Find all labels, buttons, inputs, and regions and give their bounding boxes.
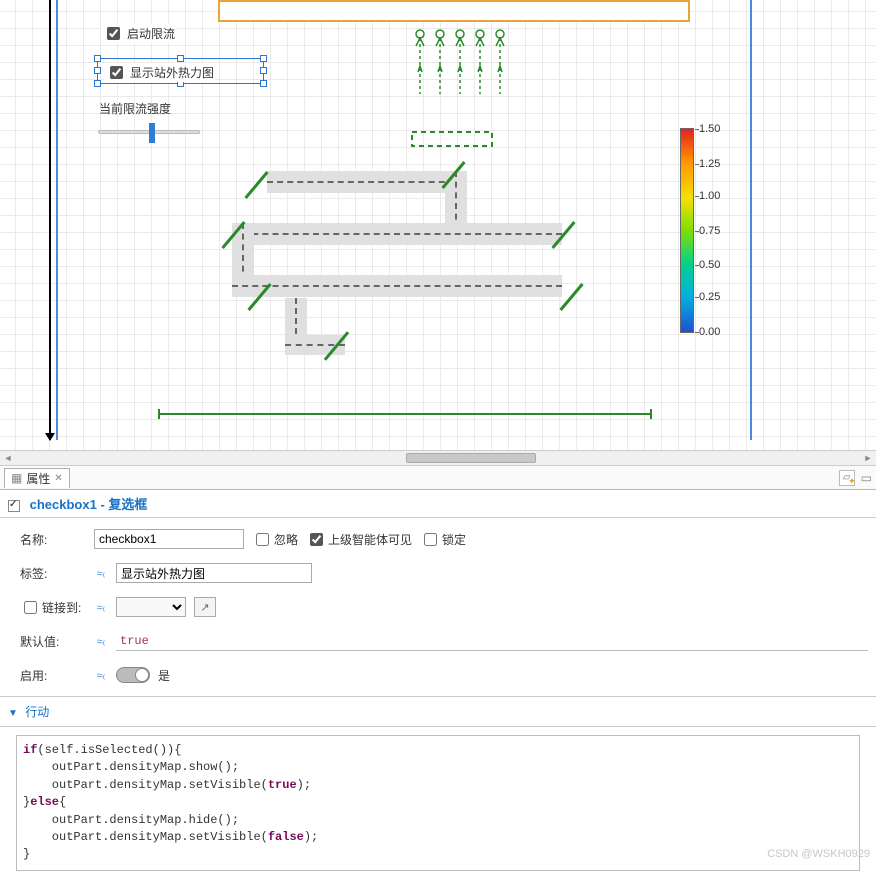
resize-handle[interactable]	[94, 67, 101, 74]
close-icon[interactable]: ✕	[54, 473, 62, 484]
row-tag: 标签: ≈₍	[20, 562, 868, 584]
design-canvas[interactable]: 启动限流 显示站外热力图 当前限流强度	[0, 0, 876, 450]
wall-dash	[267, 181, 465, 183]
scroll-left-button[interactable]: ◄	[0, 451, 16, 465]
label-default: 默认值:	[20, 633, 86, 650]
wall-dash	[232, 233, 562, 235]
scroll-right-button[interactable]: ►	[860, 451, 876, 465]
resize-handle[interactable]	[94, 80, 101, 87]
tab-properties[interactable]: ▦ 属性 ✕	[4, 468, 70, 488]
label-name: 名称:	[20, 531, 86, 548]
caret-down-icon: ▼	[8, 708, 18, 719]
new-view-button[interactable]: ▱✦	[839, 470, 855, 486]
checkbox-ignore[interactable]: 忽略	[252, 530, 298, 549]
resize-handle[interactable]	[260, 67, 267, 74]
action-code-editor[interactable]: if(self.isSelected()){ outPart.densityMa…	[16, 735, 860, 871]
checkbox-lock[interactable]: 锁定	[420, 530, 466, 549]
checkbox-show-heatmap-label: 显示站外热力图	[130, 64, 214, 81]
checkbox-enable-flow[interactable]: 启动限流	[101, 24, 177, 43]
row-default: 默认值: ≈₍ true	[20, 630, 868, 652]
grid-icon: ▦	[11, 471, 22, 485]
default-value[interactable]: true	[120, 634, 149, 648]
row-name: 名称: 忽略 上级智能体可见 锁定	[20, 528, 868, 550]
flow-slider[interactable]	[98, 130, 200, 134]
toggle-enable[interactable]	[116, 667, 150, 683]
scroll-thumb[interactable]	[406, 453, 536, 463]
dynamic-value-icon[interactable]: ≈₍	[94, 634, 108, 648]
properties-tabbar: ▦ 属性 ✕ ▱✦ ▭	[0, 466, 876, 490]
checkbox-icon	[8, 500, 20, 512]
wall-dash	[232, 285, 562, 287]
properties-title: checkbox1 - 复选框	[30, 497, 148, 512]
label-enable: 启用:	[20, 667, 86, 684]
resize-handle[interactable]	[94, 55, 101, 62]
heatmap-colorbar: 1.50 1.25 1.00 0.75 0.50 0.25 0.00	[680, 128, 694, 333]
dynamic-value-icon[interactable]: ≈₍	[94, 668, 108, 682]
checkbox-show-heatmap-box[interactable]	[110, 66, 123, 79]
canvas-hscrollbar[interactable]: ◄ ►	[0, 450, 876, 466]
dynamic-value-icon[interactable]: ≈₍	[94, 566, 108, 580]
slider-label: 当前限流强度	[97, 100, 173, 117]
checkbox-show-heatmap[interactable]: 显示站外热力图	[104, 63, 216, 82]
input-tag[interactable]	[116, 563, 312, 583]
input-name[interactable]	[94, 529, 244, 549]
pick-link-button[interactable]: ↗	[194, 597, 216, 617]
axis-y	[49, 0, 51, 440]
combo-linkto[interactable]	[116, 597, 186, 617]
wall-line[interactable]	[158, 413, 652, 415]
ped-source-arrows	[408, 26, 518, 152]
zone-rect-orange[interactable]	[218, 0, 690, 22]
properties-body: 名称: 忽略 上级智能体可见 锁定 标签: ≈₍ 链接到: ≈₍ ↗ 默认值: …	[0, 518, 876, 696]
checkbox-enable-flow-box[interactable]	[107, 27, 120, 40]
checkbox-linkto[interactable]: 链接到:	[20, 598, 86, 617]
resize-handle[interactable]	[177, 55, 184, 62]
flow-slider-thumb[interactable]	[149, 123, 155, 143]
section-action-header[interactable]: ▼ 行动	[0, 696, 876, 727]
label-tag: 标签:	[20, 565, 86, 582]
minimize-icon[interactable]: ▭	[861, 471, 872, 485]
dynamic-value-icon[interactable]: ≈₍	[94, 600, 108, 614]
row-linkto: 链接到: ≈₍ ↗	[20, 596, 868, 618]
section-action-label: 行动	[25, 705, 49, 719]
checkbox-parent-visible[interactable]: 上级智能体可见	[306, 530, 412, 549]
row-enable: 启用: ≈₍ 是	[20, 664, 868, 686]
properties-header: checkbox1 - 复选框	[0, 490, 876, 518]
resize-handle[interactable]	[260, 80, 267, 87]
resize-handle[interactable]	[260, 55, 267, 62]
checkbox-enable-flow-label: 启动限流	[127, 25, 175, 42]
tab-properties-label: 属性	[26, 470, 50, 487]
toggle-enable-text: 是	[158, 667, 170, 684]
